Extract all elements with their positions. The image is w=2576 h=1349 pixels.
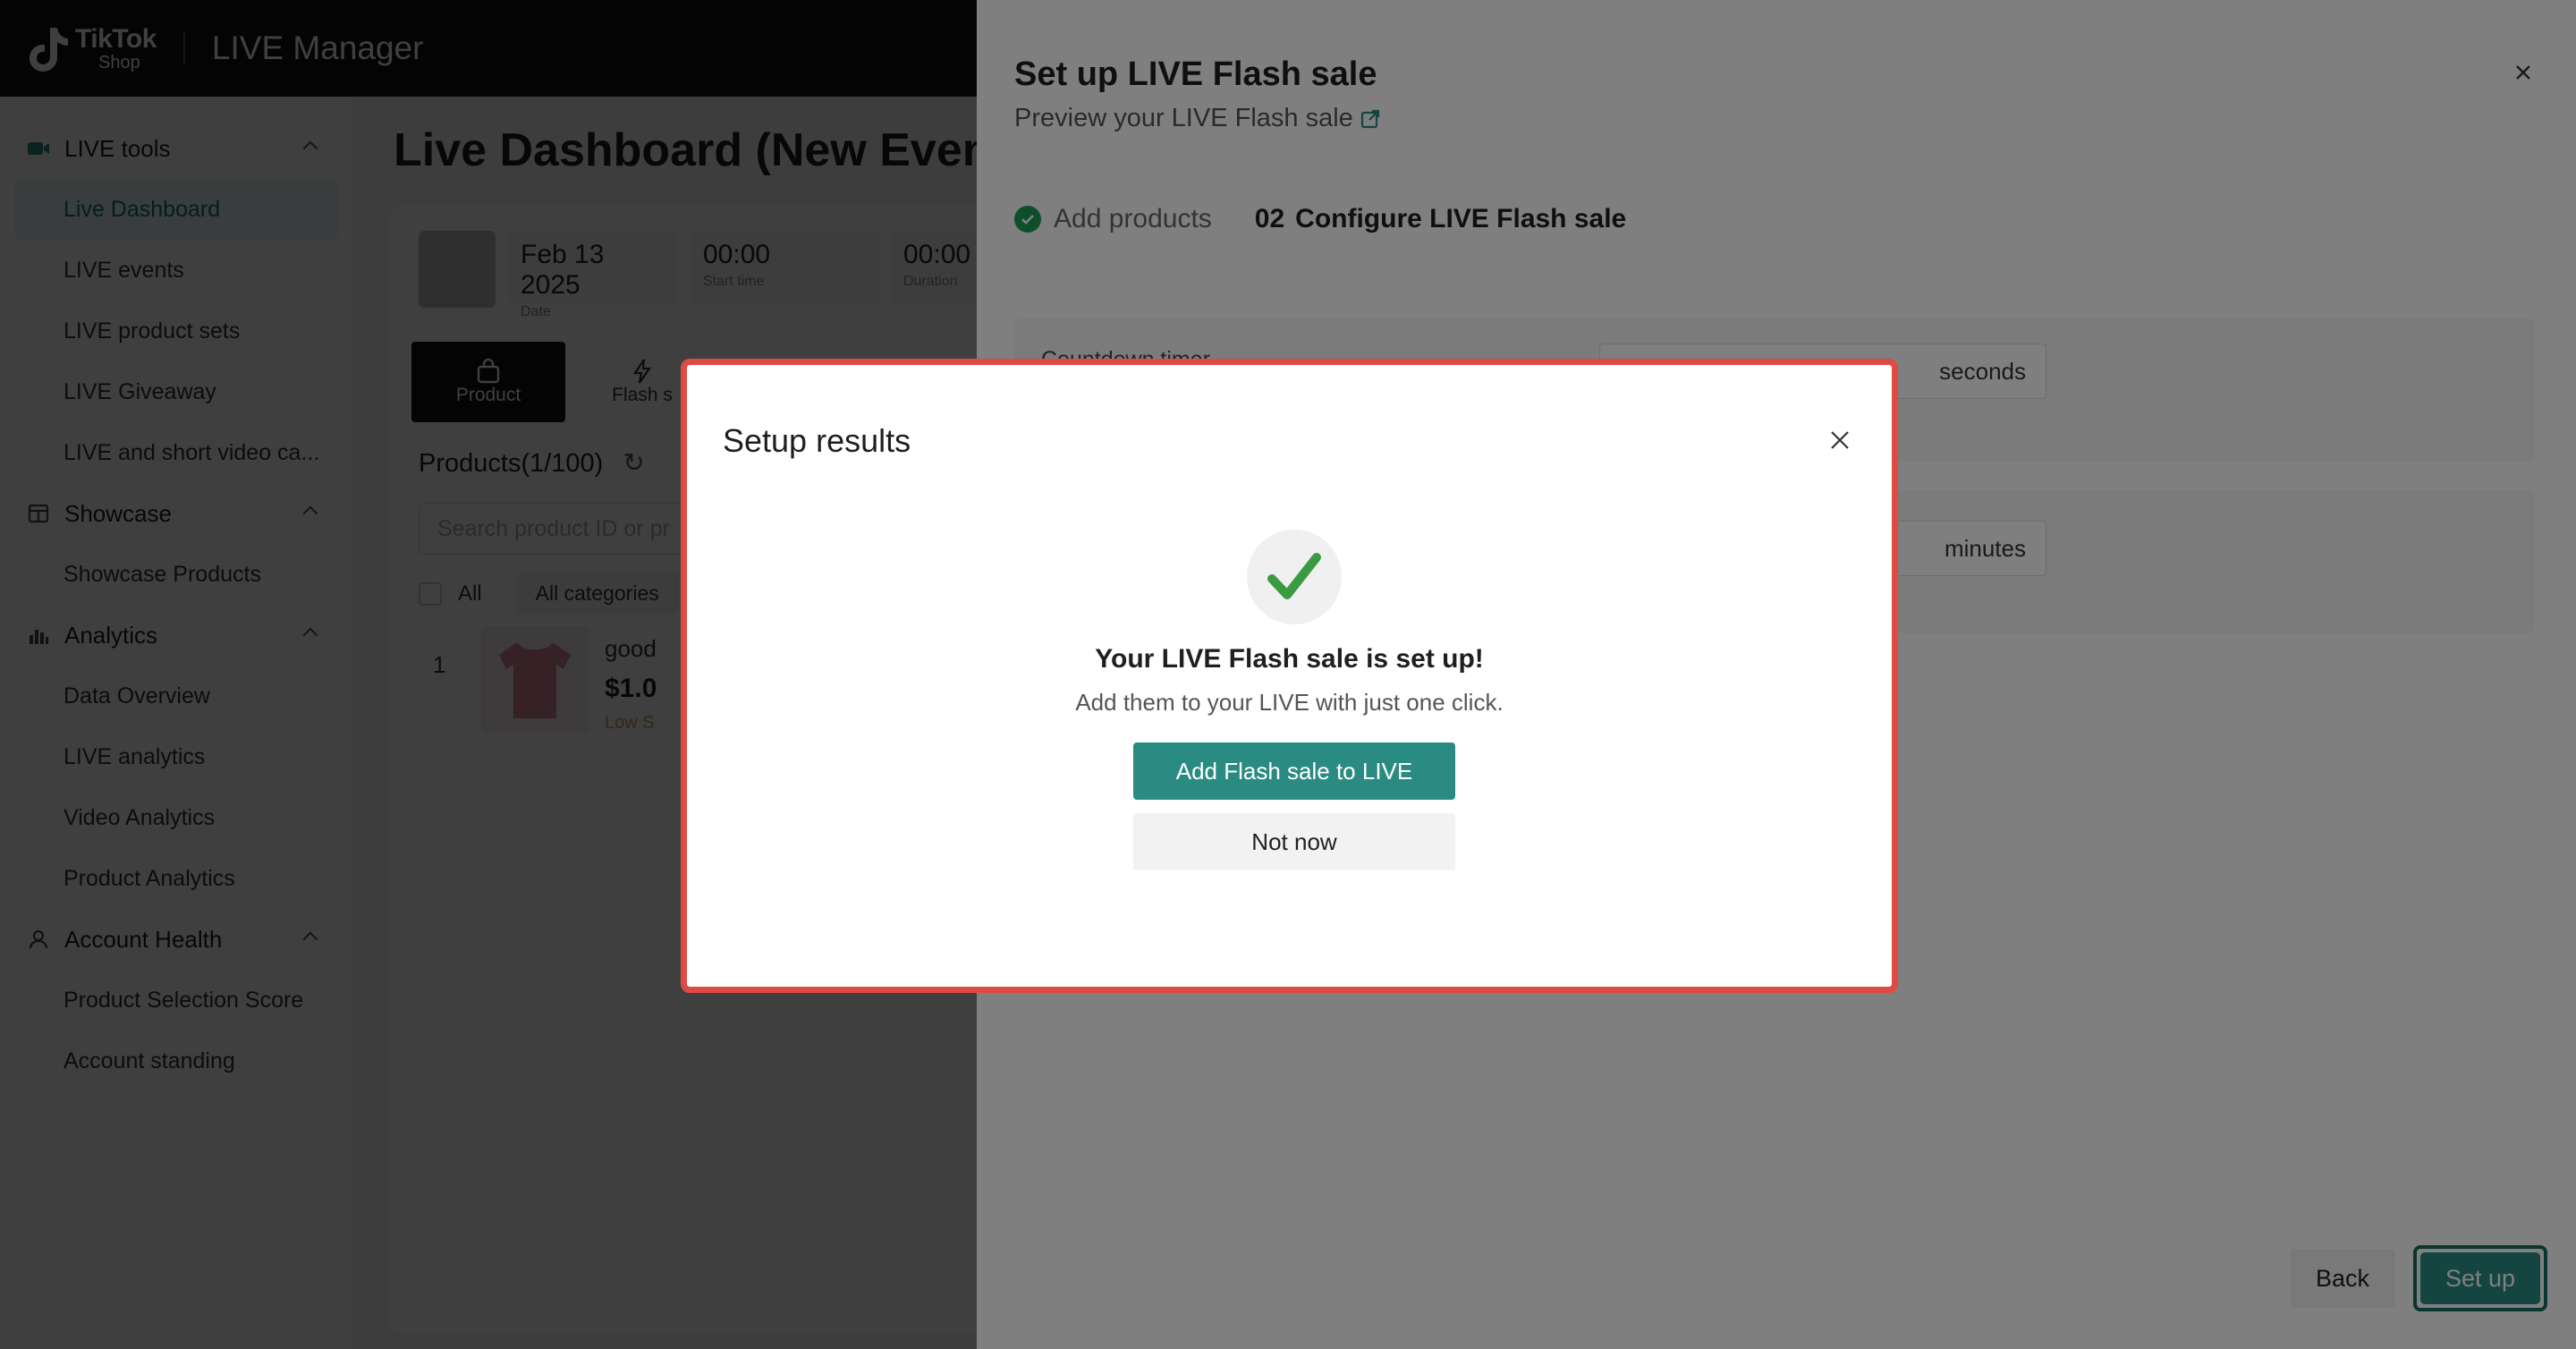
setup-button-label: Set up bbox=[2420, 1252, 2540, 1304]
back-button[interactable]: Back bbox=[2290, 1249, 2395, 1308]
step-configure-flash-sale: 02 Configure LIVE Flash sale bbox=[1255, 204, 1626, 234]
success-heading: Your LIVE Flash sale is set up! bbox=[1095, 644, 1484, 674]
not-now-button[interactable]: Not now bbox=[1133, 813, 1455, 870]
add-flash-sale-to-live-button[interactable]: Add Flash sale to LIVE bbox=[1133, 742, 1455, 800]
success-subtext: Add them to your LIVE with just one clic… bbox=[1075, 689, 1504, 716]
stepper: Add products 02 Configure LIVE Flash sal… bbox=[1014, 204, 1626, 234]
step-label: Configure LIVE Flash sale bbox=[1295, 204, 1627, 233]
close-icon[interactable] bbox=[2510, 59, 2537, 86]
preview-flash-sale-link[interactable]: Preview your LIVE Flash sale bbox=[1014, 104, 1380, 133]
drawer-footer: Back Set up bbox=[977, 1245, 2576, 1315]
step-add-products[interactable]: Add products bbox=[1014, 204, 1212, 234]
check-circle-icon bbox=[1014, 206, 1041, 233]
setup-button[interactable]: Set up bbox=[2413, 1245, 2547, 1311]
setup-results-modal: Setup results Your LIVE Flash sale is se… bbox=[681, 359, 1898, 993]
step-number: 02 bbox=[1254, 204, 1285, 233]
drawer-title: Set up LIVE Flash sale bbox=[1014, 55, 1377, 93]
close-icon[interactable] bbox=[1827, 428, 1852, 453]
modal-title: Setup results bbox=[723, 422, 911, 459]
external-link-icon bbox=[1360, 109, 1379, 128]
preview-link-label: Preview your LIVE Flash sale bbox=[1014, 104, 1353, 132]
success-check-icon bbox=[1247, 530, 1342, 624]
step-label: Add products bbox=[1054, 204, 1212, 233]
